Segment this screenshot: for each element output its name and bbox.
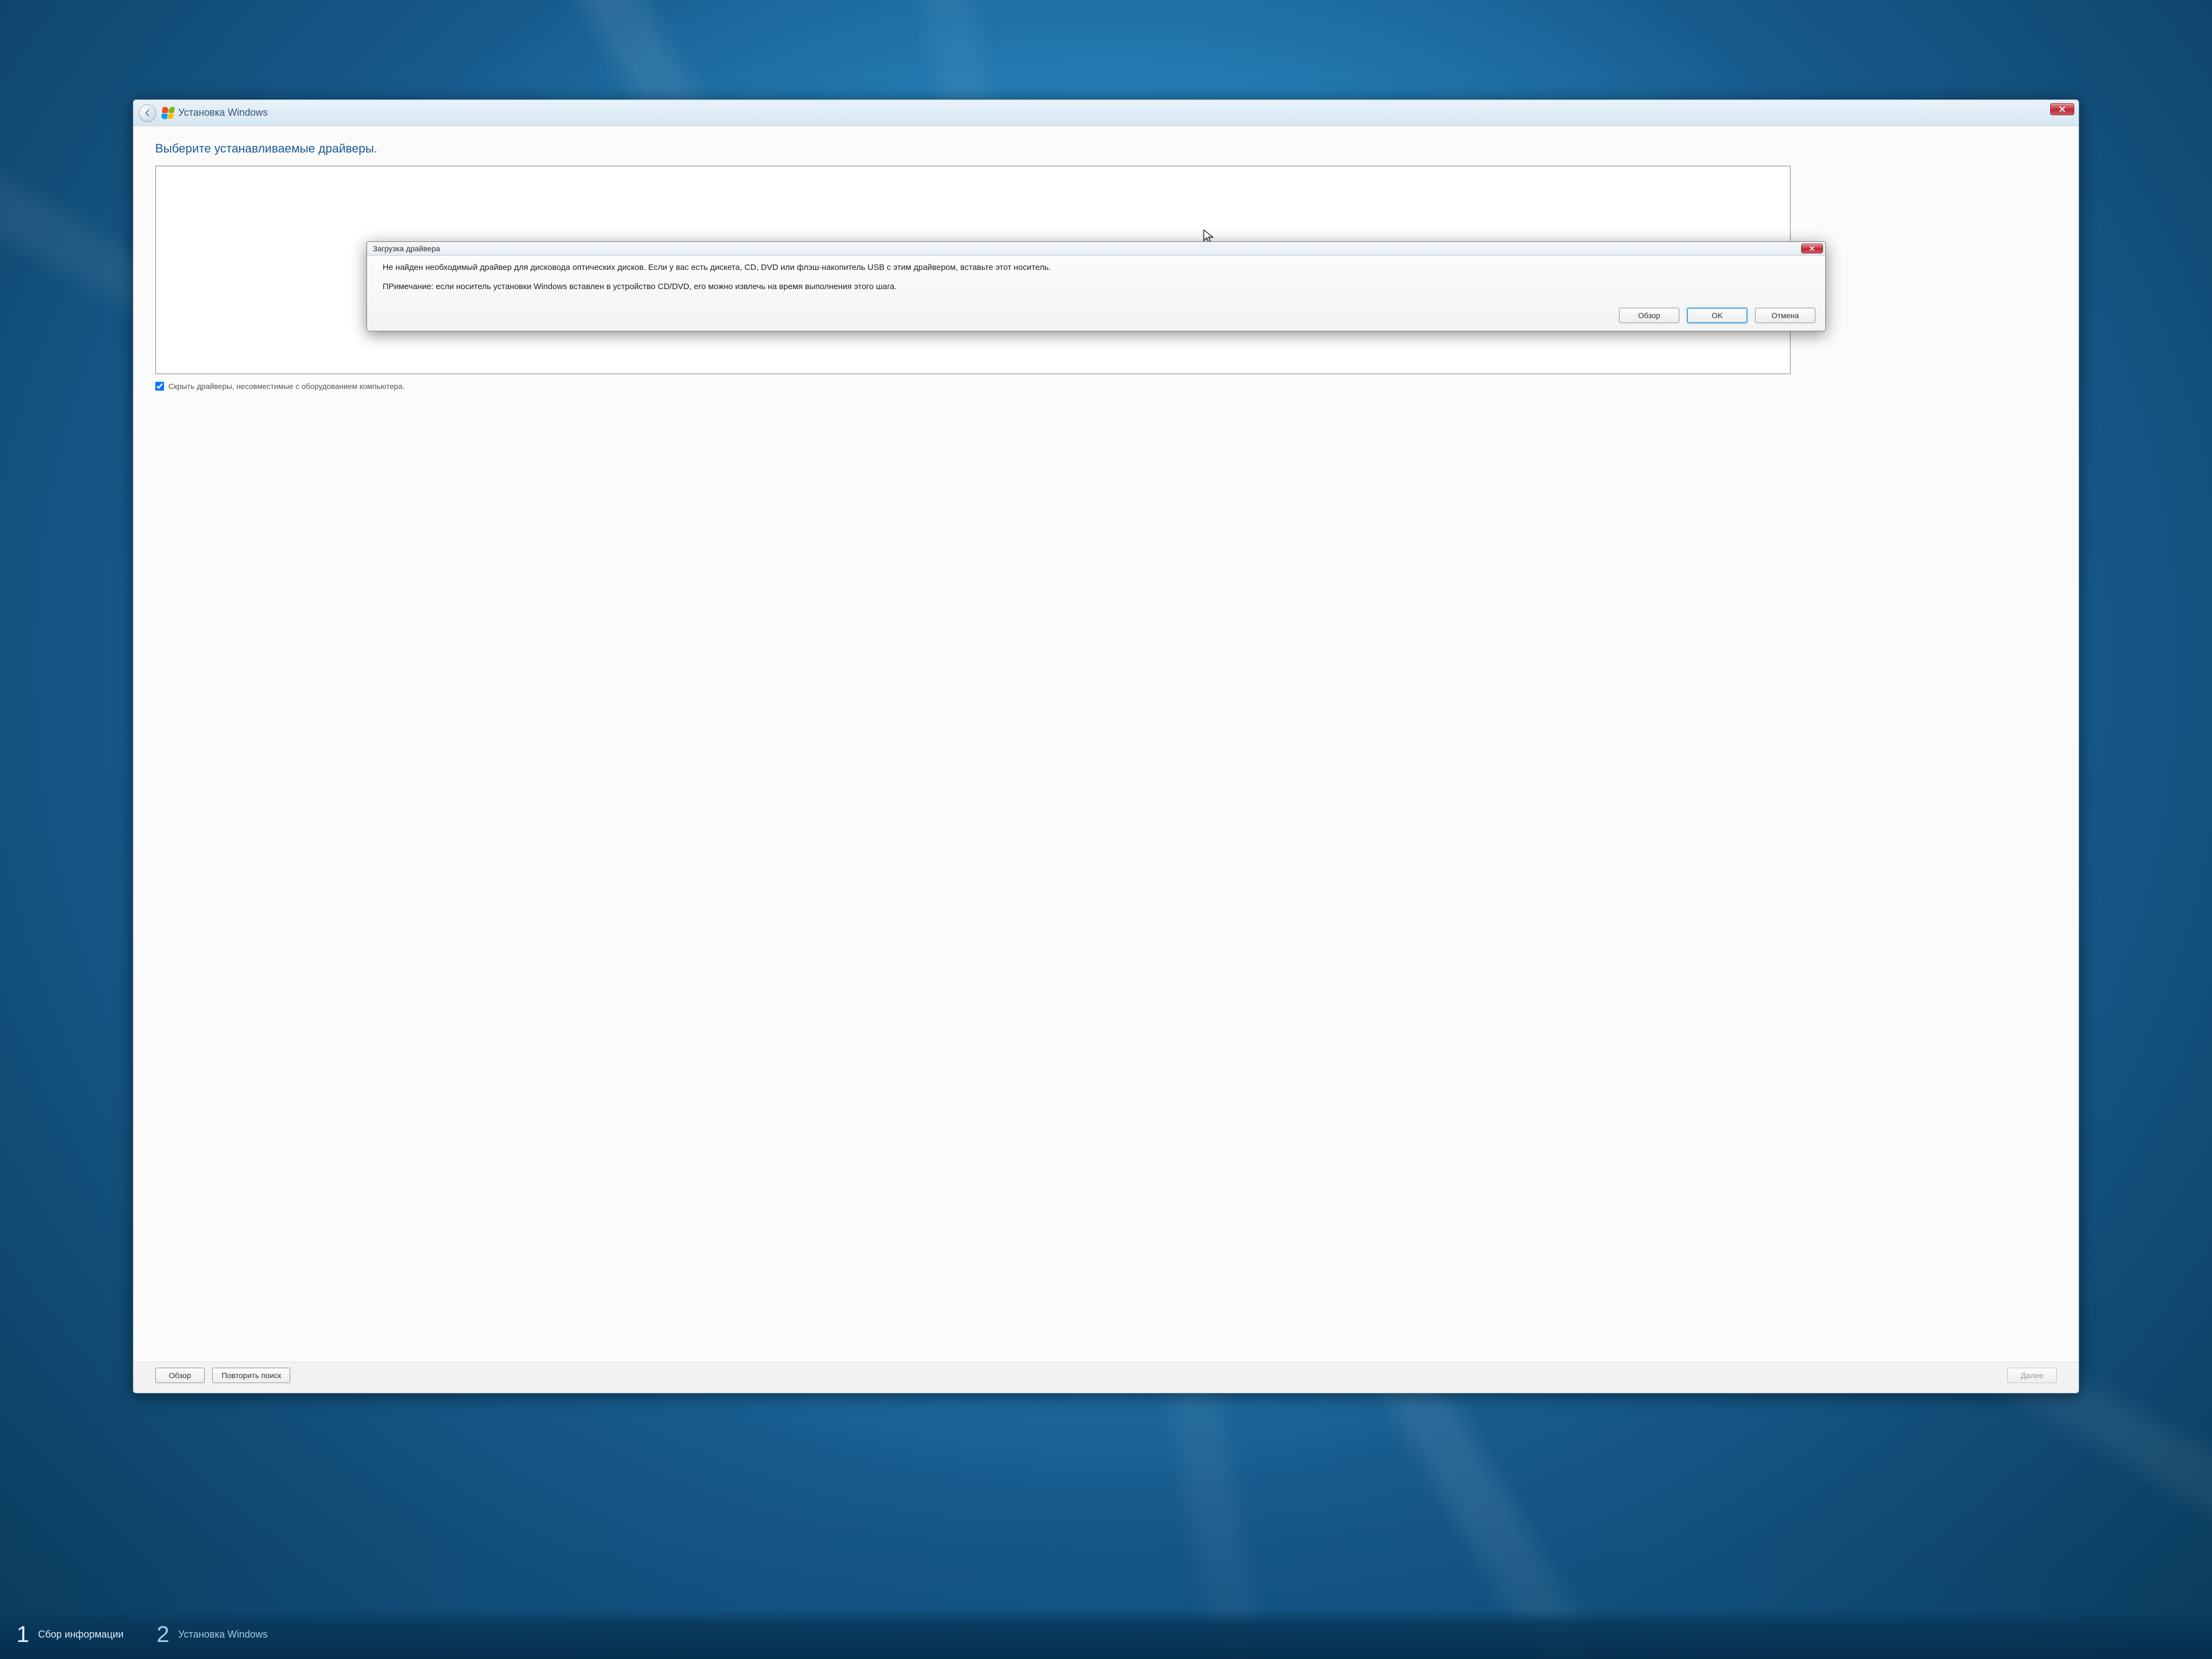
step-2: 2 Установка Windows	[156, 1621, 267, 1647]
next-button[interactable]: Далее	[2007, 1368, 2057, 1383]
load-driver-dialog: Загрузка драйвера Не найден необходимый …	[366, 241, 1826, 331]
browse-button[interactable]: Обзор	[155, 1368, 205, 1383]
dialog-note: ПРимечание: если носитель установки Wind…	[382, 281, 1814, 292]
close-icon	[1809, 246, 1815, 251]
step-1-label: Сбор информации	[38, 1629, 123, 1640]
hide-incompatible-checkbox[interactable]	[155, 382, 164, 391]
wizard-body: Выберите устанавливаемые драйверы. Скрыт…	[133, 126, 2079, 1362]
wizard-close-button[interactable]	[2050, 103, 2074, 115]
back-button[interactable]	[139, 104, 156, 122]
dialog-message: Не найден необходимый драйвер для дисков…	[382, 262, 1814, 273]
dialog-title: Загрузка драйвера	[373, 244, 440, 253]
windows-flag-icon	[161, 107, 174, 119]
step-1: 1 Сбор информации	[16, 1621, 123, 1647]
hide-incompatible-row: Скрыть драйверы, несовместимые с оборудо…	[155, 382, 2057, 391]
close-icon	[2059, 106, 2066, 112]
dialog-ok-button[interactable]: OK	[1687, 308, 1747, 323]
wizard-header: Установка Windows	[133, 100, 2079, 126]
dialog-body: Не найден необходимый драйвер для дисков…	[367, 256, 1825, 304]
wizard-title: Установка Windows	[178, 107, 268, 119]
dialog-browse-button[interactable]: Обзор	[1619, 308, 1679, 323]
page-heading: Выберите устанавливаемые драйверы.	[155, 142, 2057, 156]
step-2-label: Установка Windows	[178, 1629, 268, 1640]
setup-steps: 1 Сбор информации 2 Установка Windows	[0, 1610, 2212, 1659]
dialog-close-button[interactable]	[1801, 244, 1823, 253]
rescan-button[interactable]: Повторить поиск	[212, 1368, 291, 1383]
dialog-cancel-button[interactable]: Отмена	[1755, 308, 1815, 323]
hide-incompatible-label: Скрыть драйверы, несовместимые с оборудо…	[168, 382, 404, 391]
wizard-window: Установка Windows Выберите устанавливаем…	[133, 99, 2079, 1393]
dialog-footer: Обзор OK Отмена	[367, 304, 1825, 331]
step-2-number: 2	[156, 1621, 169, 1647]
step-1-number: 1	[16, 1621, 29, 1647]
arrow-left-icon	[143, 109, 152, 117]
dialog-titlebar: Загрузка драйвера	[367, 242, 1825, 256]
wizard-footer: Обзор Повторить поиск Далее	[133, 1362, 2079, 1393]
